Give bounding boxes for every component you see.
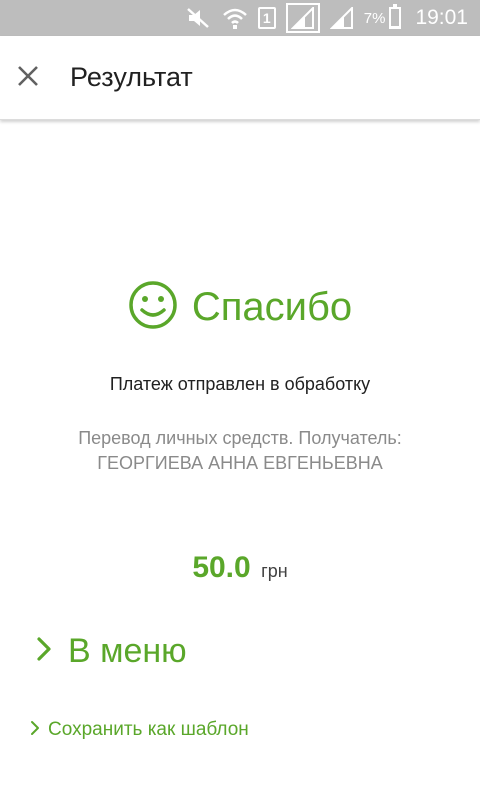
- description-line-2: ГЕОРГИЕВА АННА ЕВГЕНЬЕВНА: [97, 453, 383, 473]
- amount-value: 50.0: [192, 551, 251, 584]
- status-bar: 1 7% 19:01: [0, 0, 480, 36]
- sim-1-icon: 1: [257, 0, 276, 36]
- wifi-icon: [222, 0, 248, 36]
- save-template-button[interactable]: Сохранить как шаблон: [30, 716, 249, 744]
- amount-currency: грн: [261, 561, 288, 581]
- menu-button[interactable]: В меню: [36, 628, 187, 674]
- menu-button-label: В меню: [68, 632, 187, 670]
- chevron-right-icon: [36, 636, 52, 667]
- mute-icon: [186, 0, 212, 36]
- sim-slot-label: 1: [257, 7, 276, 29]
- signal-icon-2: [329, 0, 354, 36]
- battery-level: [391, 25, 400, 27]
- smile-icon: [128, 280, 178, 335]
- app-bar: Результат: [0, 36, 480, 120]
- clock: 19:01: [415, 6, 468, 29]
- status-message: Платеж отправлен в обработку: [109, 374, 371, 394]
- thanks-heading: Спасибо: [191, 285, 353, 329]
- close-icon: [16, 64, 40, 93]
- save-template-label: Сохранить как шаблон: [48, 719, 249, 740]
- thanks-row: Спасибо: [0, 280, 480, 334]
- signal-icon: [285, 0, 320, 36]
- close-button[interactable]: [0, 50, 56, 106]
- battery-percent: 7%: [363, 9, 386, 27]
- chevron-right-icon: [30, 720, 40, 741]
- amount-row: 50.0 грн: [0, 548, 480, 593]
- description-line-1: Перевод личных средств. Получатель:: [78, 428, 402, 448]
- battery-icon: [389, 4, 402, 29]
- page-title: Результат: [70, 62, 193, 92]
